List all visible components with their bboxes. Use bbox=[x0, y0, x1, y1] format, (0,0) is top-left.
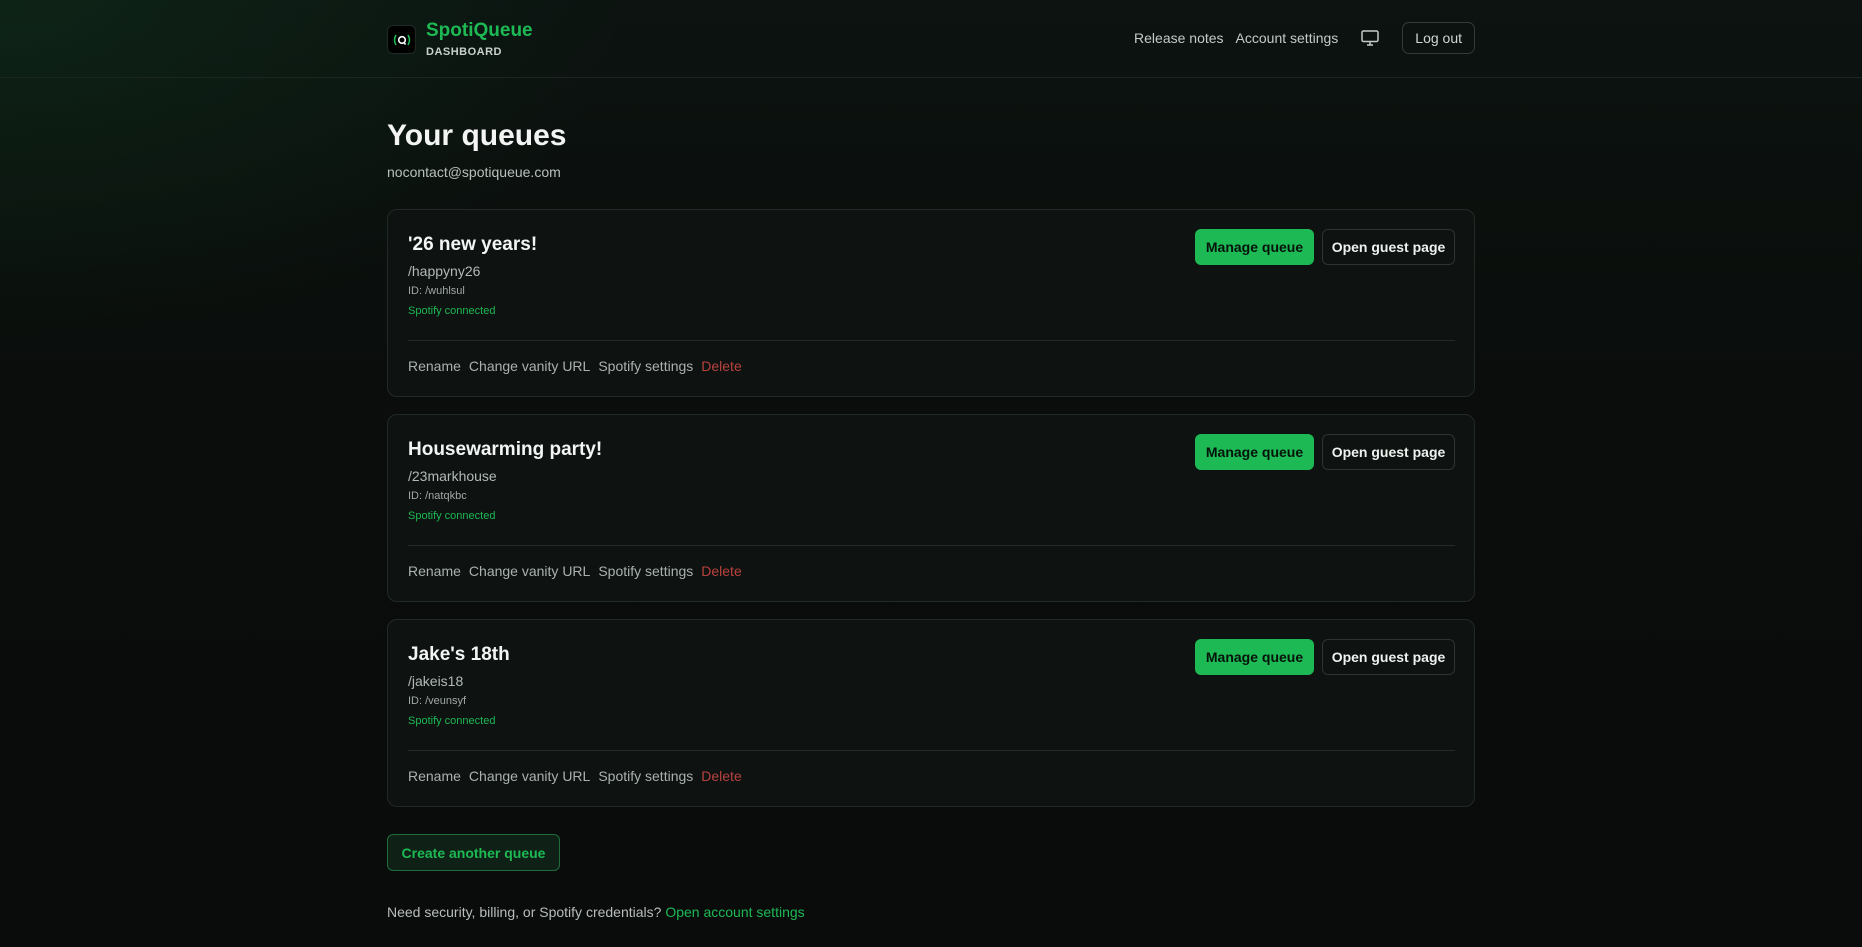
manage-queue-button[interactable]: Manage queue bbox=[1195, 639, 1314, 675]
queue-id: ID: /veunsyf bbox=[408, 695, 467, 707]
divider bbox=[408, 340, 1455, 341]
spotify-status: Spotify connected bbox=[408, 715, 496, 727]
open-guest-page-button[interactable]: Open guest page bbox=[1322, 229, 1455, 265]
delete-link[interactable]: Delete bbox=[701, 358, 741, 374]
open-guest-page-button[interactable]: Open guest page bbox=[1322, 434, 1455, 470]
divider bbox=[408, 750, 1455, 751]
manage-queue-button[interactable]: Manage queue bbox=[1195, 434, 1314, 470]
open-account-settings-link[interactable]: Open account settings bbox=[665, 904, 804, 920]
manage-queue-button[interactable]: Manage queue bbox=[1195, 229, 1314, 265]
spotify-status: Spotify connected bbox=[408, 510, 496, 522]
create-queue-button[interactable]: Create another queue bbox=[387, 834, 560, 871]
queue-name: Jake's 18th bbox=[408, 644, 510, 665]
rename-link[interactable]: Rename bbox=[408, 563, 461, 579]
queue-actions: Rename Change vanity URL Spotify setting… bbox=[408, 563, 750, 579]
spotify-settings-link[interactable]: Spotify settings bbox=[598, 358, 693, 374]
spotify-status: Spotify connected bbox=[408, 305, 496, 317]
rename-link[interactable]: Rename bbox=[408, 768, 461, 784]
divider bbox=[408, 545, 1455, 546]
queue-vanity-url: /jakeis18 bbox=[408, 673, 464, 689]
queue-actions: Rename Change vanity URL Spotify setting… bbox=[408, 768, 750, 784]
footer-note: Need security, billing, or Spotify crede… bbox=[387, 904, 805, 920]
delete-link[interactable]: Delete bbox=[701, 768, 741, 784]
spotify-settings-link[interactable]: Spotify settings bbox=[598, 563, 693, 579]
queue-card: Jake's 18th /jakeis18 ID: /veunsyf Spoti… bbox=[387, 619, 1475, 807]
queue-vanity-url: /23markhouse bbox=[408, 468, 497, 484]
queue-card: '26 new years! /happyny26 ID: /wuhlsul S… bbox=[387, 209, 1475, 397]
rename-link[interactable]: Rename bbox=[408, 358, 461, 374]
queue-card: Housewarming party! /23markhouse ID: /na… bbox=[387, 414, 1475, 602]
queue-id: ID: /wuhlsul bbox=[408, 285, 465, 297]
queue-name: '26 new years! bbox=[408, 234, 538, 255]
queue-list: '26 new years! /happyny26 ID: /wuhlsul S… bbox=[387, 0, 1475, 947]
change-vanity-url-link[interactable]: Change vanity URL bbox=[469, 768, 590, 784]
open-guest-page-button[interactable]: Open guest page bbox=[1322, 639, 1455, 675]
queue-id: ID: /natqkbc bbox=[408, 490, 467, 502]
delete-link[interactable]: Delete bbox=[701, 563, 741, 579]
footer-text: Need security, billing, or Spotify crede… bbox=[387, 904, 662, 920]
queue-actions: Rename Change vanity URL Spotify setting… bbox=[408, 358, 750, 374]
change-vanity-url-link[interactable]: Change vanity URL bbox=[469, 358, 590, 374]
queue-vanity-url: /happyny26 bbox=[408, 263, 481, 279]
change-vanity-url-link[interactable]: Change vanity URL bbox=[469, 563, 590, 579]
queue-name: Housewarming party! bbox=[408, 439, 603, 460]
spotify-settings-link[interactable]: Spotify settings bbox=[598, 768, 693, 784]
